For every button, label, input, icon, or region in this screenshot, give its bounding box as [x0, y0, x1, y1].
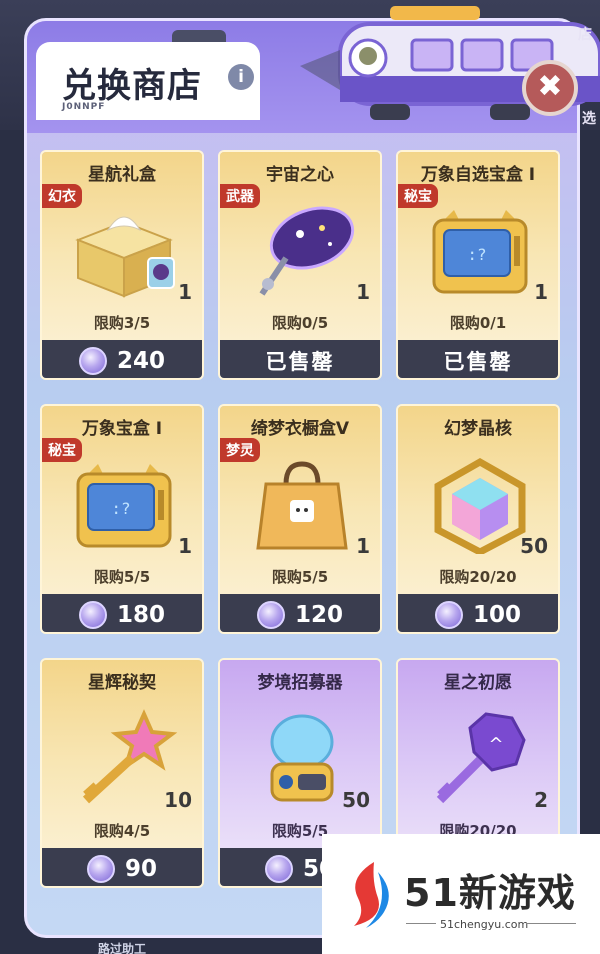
currency-coin-icon	[78, 347, 107, 375]
sold-out-label: 已售罄	[265, 350, 335, 374]
page-title: 兑换商店	[62, 66, 202, 106]
purchase-limit: 限购0/5	[271, 314, 329, 332]
currency-coin-icon	[434, 601, 463, 629]
item-name: 宇宙之心	[266, 165, 334, 185]
item-name: 星航礼盒	[88, 165, 156, 185]
shop-item-card[interactable]: 星航礼盒 幻衣 1 限购3/5 240	[40, 150, 204, 380]
purchase-limit: 限购5/5	[93, 568, 151, 586]
item-quantity: 1	[356, 280, 370, 304]
currency-coin-icon	[256, 601, 285, 629]
item-quantity: 1	[178, 280, 192, 304]
item-name: 绮梦衣橱盒V	[250, 419, 350, 439]
item-price: 120	[294, 602, 343, 628]
price-bar: 已售罄	[398, 340, 558, 378]
cosmic-fan-icon	[259, 206, 355, 296]
footer-partial-text: 路过助工	[98, 942, 147, 954]
price-bar: 100	[398, 594, 558, 632]
purchase-limit: 限购20/20	[439, 568, 517, 586]
purchase-limit: 限购3/5	[93, 314, 151, 332]
item-name: 星辉秘契	[88, 673, 156, 693]
currency-coin-icon	[264, 855, 293, 883]
item-quantity: 2	[534, 788, 548, 812]
shopping-bag-icon	[256, 461, 348, 550]
info-icon[interactable]: i	[228, 64, 254, 90]
side-label-top: 店	[578, 27, 592, 43]
currency-coin-icon	[78, 601, 107, 629]
page-subtitle: J0NNPF	[62, 102, 106, 112]
watermark-overlay: 51新游戏 51chengyu.com	[322, 834, 600, 954]
item-quantity: 1	[534, 280, 548, 304]
shop-item-card[interactable]: 绮梦衣橱盒V 梦灵 1 限购5/5 120	[218, 404, 382, 634]
item-price: 240	[116, 348, 165, 374]
purchase-limit: 限购5/5	[271, 568, 329, 586]
item-quantity: 10	[164, 788, 192, 812]
item-price: 90	[124, 856, 157, 882]
item-name: 幻梦晶核	[444, 419, 512, 439]
shop-item-card[interactable]: 星辉秘契 10 限购4/5 90	[40, 658, 204, 888]
gift-box-icon	[75, 216, 175, 298]
item-quantity: 1	[356, 534, 370, 558]
shop-item-card[interactable]: 宇宙之心 武器 1 限购0/5 已售罄	[218, 150, 382, 380]
item-price: 180	[116, 602, 165, 628]
cat-tv-box-icon: :?	[432, 210, 528, 294]
shop-item-card[interactable]: 万象宝盒 I 秘宝 :? 1 限购5/5 180	[40, 404, 204, 634]
currency-coin-icon	[86, 855, 115, 883]
svg-text::?: :?	[467, 245, 486, 264]
item-name: 星之初愿	[444, 673, 512, 693]
side-label-mid: 选	[582, 111, 596, 127]
item-quantity: 1	[178, 534, 192, 558]
close-button[interactable]: ✖	[522, 60, 578, 116]
item-quantity: 50	[520, 534, 548, 558]
purchase-limit: 限购0/1	[449, 314, 507, 332]
watermark-url: 51chengyu.com	[440, 918, 529, 931]
price-bar: 240	[42, 340, 202, 378]
svg-text:^: ^	[488, 734, 503, 755]
watermark-title: 51新游戏	[404, 871, 576, 915]
watermark-logo-icon	[354, 862, 389, 928]
purple-key-icon: ^	[436, 712, 526, 804]
purchase-limit: 限购4/5	[93, 822, 151, 840]
item-quantity: 50	[342, 788, 370, 812]
shop-item-card[interactable]: 万象自选宝盒 I 秘宝 :? 1 限购0/1 已售罄	[396, 150, 560, 380]
price-bar: 120	[220, 594, 380, 632]
price-bar: 已售罄	[220, 340, 380, 378]
svg-text::?: :?	[111, 499, 130, 518]
cat-tv-box-icon: :?	[76, 464, 172, 548]
price-bar: 180	[42, 594, 202, 632]
watermark-divider	[406, 923, 436, 924]
watermark-divider	[526, 923, 576, 924]
item-name: 梦境招募器	[257, 673, 343, 693]
shop-item-card[interactable]: 幻梦晶核 50 限购20/20 100	[396, 404, 560, 634]
item-name: 万象自选宝盒 I	[420, 165, 536, 185]
item-name: 万象宝盒 I	[81, 419, 163, 439]
item-price: 100	[472, 602, 521, 628]
sold-out-label: 已售罄	[443, 350, 513, 374]
price-bar: 90	[42, 848, 202, 886]
